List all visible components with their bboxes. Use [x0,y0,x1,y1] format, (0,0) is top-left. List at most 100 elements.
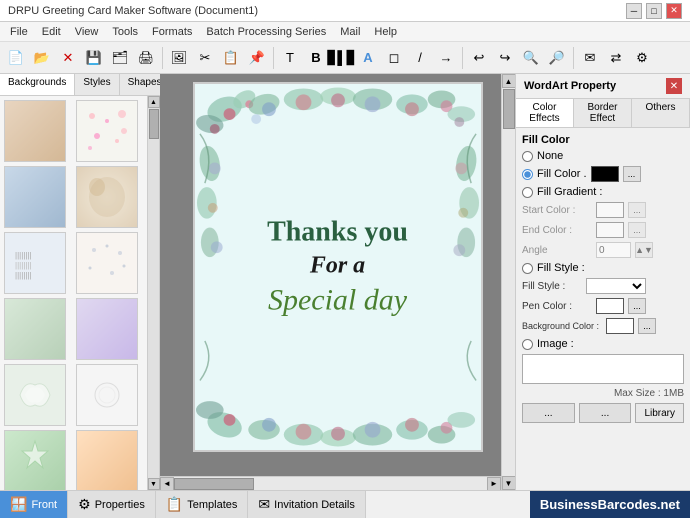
canvas-vertical-scrollbar[interactable]: ▲ ▼ [501,74,515,490]
end-color-picker[interactable]: ... [628,222,646,238]
background-thumb-5[interactable]: |||||||| |||||||| |||||||| [4,232,66,294]
image-upload-area[interactable] [522,354,684,384]
menu-formats[interactable]: Formats [146,24,198,40]
image-button[interactable]: 🖼 [167,46,191,70]
fill-gradient-radio[interactable] [522,187,533,198]
scroll-thumb-v[interactable] [503,89,515,129]
pen-color-swatch[interactable] [596,298,624,314]
pen-color-picker[interactable]: ... [628,298,646,314]
background-thumb-4[interactable] [76,166,138,228]
status-tab-properties-label: Properties [95,499,145,511]
scroll-up-arrow[interactable]: ▲ [148,96,160,108]
fill-color-radio[interactable] [522,169,533,180]
menu-mail[interactable]: Mail [334,24,366,40]
open-button[interactable]: 📂 [30,46,54,70]
bold-button[interactable]: B [304,46,328,70]
library-button[interactable]: Library [635,403,684,423]
action-btn-1[interactable]: ... [522,403,575,423]
left-panel-scrollbar[interactable]: ▲ ▼ [147,96,159,490]
shape-button[interactable]: ◻ [382,46,406,70]
scroll-thumb[interactable] [149,109,159,139]
background-thumb-3[interactable] [4,166,66,228]
delete-button[interactable]: ✕ [56,46,80,70]
scroll-up[interactable]: ▲ [502,74,516,88]
background-thumb-7[interactable] [4,298,66,360]
undo-button[interactable]: ↩ [467,46,491,70]
email-button[interactable]: ✉ [578,46,602,70]
arrow-button[interactable]: → [434,46,458,70]
copy-button[interactable]: 📋 [219,46,243,70]
menu-edit[interactable]: Edit [36,24,67,40]
text-button[interactable]: T [278,46,302,70]
share-button[interactable]: ⇄ [604,46,628,70]
tab-others[interactable]: Others [632,99,690,127]
bg-color-picker[interactable]: ... [638,318,656,334]
angle-input[interactable] [596,242,631,258]
card-text-line2: For a [252,253,424,280]
status-tab-front[interactable]: 🪟 Front [0,491,68,518]
redo-button[interactable]: ↪ [493,46,517,70]
status-tab-templates[interactable]: 📋 Templates [156,491,249,518]
close-button[interactable]: ✕ [666,3,682,19]
zoom-out-button[interactable]: 🔎 [545,46,569,70]
background-thumb-2[interactable] [76,100,138,162]
fill-color-picker-button[interactable]: ... [623,166,641,182]
angle-stepper[interactable]: ▲▼ [635,242,653,258]
status-tab-templates-label: Templates [187,499,237,511]
start-color-swatch[interactable] [596,202,624,218]
wordart-button[interactable]: A [356,46,380,70]
status-tab-invitation[interactable]: ✉ Invitation Details [248,491,365,518]
tab-border-effect[interactable]: Border Effect [574,99,632,127]
action-btn-2[interactable]: ... [579,403,632,423]
scroll-down-arrow[interactable]: ▼ [148,478,160,490]
start-color-picker[interactable]: ... [628,202,646,218]
canvas-horizontal-scrollbar[interactable]: ◄ ► [160,476,501,490]
menu-batch[interactable]: Batch Processing Series [200,24,332,40]
status-tabs: 🪟 Front ⚙ Properties 📋 Templates ✉ Invit… [0,491,366,518]
status-tab-properties[interactable]: ⚙ Properties [68,491,156,518]
fill-style-select[interactable] [586,278,646,294]
fill-none-radio[interactable] [522,151,533,162]
background-thumb-9[interactable] [4,364,66,426]
background-thumb-1[interactable] [4,100,66,162]
save-button[interactable]: 💾 [82,46,106,70]
branding-text: BusinessBarcodes.net [540,497,680,512]
bg-color-swatch[interactable] [606,318,634,334]
fill-color-swatch[interactable] [591,166,619,182]
max-size-label: Max Size : 1MB [614,388,684,399]
end-color-swatch[interactable] [596,222,624,238]
scroll-right[interactable]: ► [487,477,501,491]
image-radio[interactable] [522,339,533,350]
background-thumb-8[interactable] [76,298,138,360]
scroll-down[interactable]: ▼ [502,476,516,490]
line-button[interactable]: / [408,46,432,70]
save-as-button[interactable]: 🗂 [108,46,132,70]
close-panel-button[interactable]: ✕ [666,78,682,94]
scroll-thumb-h[interactable] [174,478,254,490]
background-thumb-10[interactable] [76,364,138,426]
fill-style-radio[interactable] [522,263,533,274]
cut-button[interactable]: ✂ [193,46,217,70]
left-panel: Backgrounds Styles Shapes |||||||| |||||… [0,74,160,490]
background-thumb-12[interactable] [76,430,138,490]
maximize-button[interactable]: □ [646,3,662,19]
minimize-button[interactable]: ─ [626,3,642,19]
background-thumb-11[interactable] [4,430,66,490]
greeting-card[interactable]: Thanks you For a Special day [193,82,483,452]
print-button[interactable]: 🖨 [134,46,158,70]
scroll-left[interactable]: ◄ [160,477,174,491]
barcode-button[interactable]: ▊▌▊ [330,46,354,70]
wordart-property-title: WordArt Property [524,80,616,92]
tab-color-effects[interactable]: Color Effects [516,99,574,127]
new-button[interactable]: 📄 [4,46,28,70]
menu-tools[interactable]: Tools [106,24,144,40]
menu-help[interactable]: Help [368,24,403,40]
background-thumb-6[interactable] [76,232,138,294]
settings-button[interactable]: ⚙ [630,46,654,70]
menu-view[interactable]: View [69,24,105,40]
tab-backgrounds[interactable]: Backgrounds [0,74,75,95]
tab-styles[interactable]: Styles [75,74,119,95]
zoom-in-button[interactable]: 🔍 [519,46,543,70]
paste-button[interactable]: 📌 [245,46,269,70]
menu-file[interactable]: File [4,24,34,40]
